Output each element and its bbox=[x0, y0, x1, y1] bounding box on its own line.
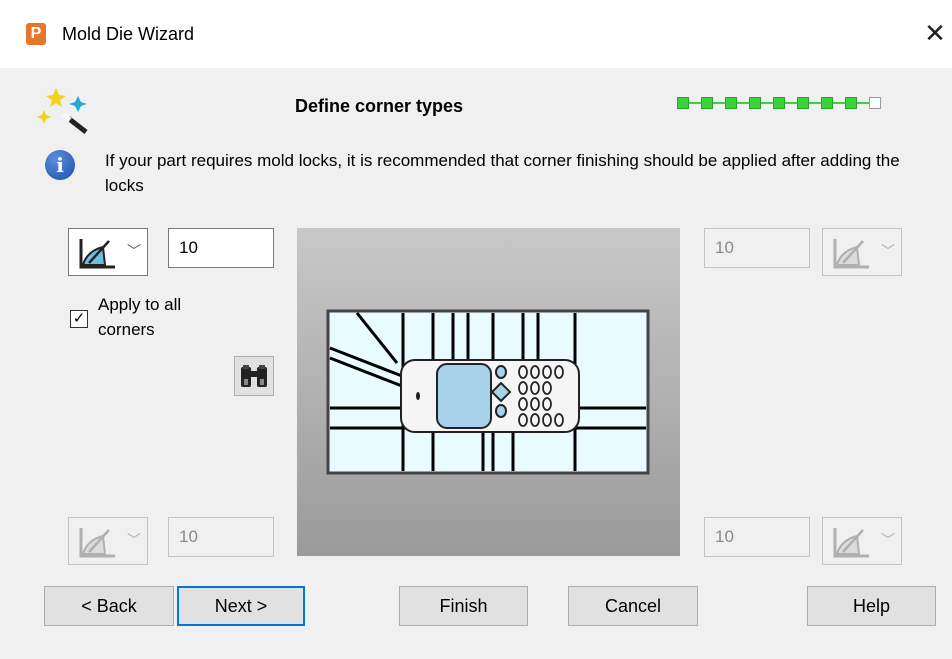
help-button[interactable]: Help bbox=[807, 586, 936, 626]
app-icon: P bbox=[26, 23, 46, 45]
progress-step bbox=[869, 97, 881, 109]
apply-all-label: Apply to all corners bbox=[98, 295, 182, 339]
chevron-down-icon: ﹀ bbox=[881, 243, 895, 259]
chevron-down-icon: ﹀ bbox=[881, 532, 895, 548]
progress-step bbox=[701, 97, 713, 109]
progress-step bbox=[677, 97, 689, 109]
window-title: Mold Die Wizard bbox=[62, 24, 195, 44]
corner-type-dropdown-bottom-left[interactable]: ﹀ bbox=[68, 517, 148, 565]
progress-connector bbox=[785, 102, 797, 104]
wizard-icon bbox=[34, 84, 94, 136]
progress-connector bbox=[761, 102, 773, 104]
close-icon[interactable]: ✕ bbox=[920, 18, 950, 48]
finish-button[interactable]: Finish bbox=[399, 586, 528, 626]
next-button[interactable]: Next > bbox=[177, 586, 305, 626]
progress-connector bbox=[857, 102, 869, 104]
binoculars-icon bbox=[241, 365, 267, 387]
page-title: Define corner types bbox=[295, 96, 464, 116]
progress-connector bbox=[809, 102, 821, 104]
info-text: If your part requires mold locks, it is … bbox=[105, 151, 900, 195]
corner-value-bottom-left[interactable] bbox=[168, 517, 274, 557]
corner-type-dropdown-top-right[interactable]: ﹀ bbox=[822, 228, 902, 276]
progress-connector bbox=[833, 102, 845, 104]
corner-value-top-right[interactable] bbox=[704, 228, 810, 268]
part-preview bbox=[297, 228, 680, 556]
progress-connector bbox=[713, 102, 725, 104]
progress-connector bbox=[689, 102, 701, 104]
mold-preview-image bbox=[326, 309, 650, 475]
progress-step bbox=[773, 97, 785, 109]
chevron-down-icon: ﹀ bbox=[127, 243, 141, 259]
progress-step bbox=[797, 97, 809, 109]
chevron-down-icon: ﹀ bbox=[127, 532, 141, 548]
cancel-button[interactable]: Cancel bbox=[568, 586, 698, 626]
progress-connector bbox=[737, 102, 749, 104]
progress-step bbox=[845, 97, 857, 109]
corner-type-dropdown-top-left[interactable]: ﹀ bbox=[68, 228, 148, 276]
binoculars-button[interactable] bbox=[234, 356, 274, 396]
info-icon: i bbox=[45, 150, 75, 180]
progress-step bbox=[725, 97, 737, 109]
progress-step bbox=[821, 97, 833, 109]
corner-value-bottom-right[interactable] bbox=[704, 517, 810, 557]
back-button[interactable]: < Back bbox=[44, 586, 174, 626]
corner-type-dropdown-bottom-right[interactable]: ﹀ bbox=[822, 517, 902, 565]
apply-all-checkbox[interactable]: ✓ bbox=[70, 310, 88, 328]
wizard-progress bbox=[677, 97, 881, 109]
progress-step bbox=[749, 97, 761, 109]
corner-value-top-left[interactable] bbox=[168, 228, 274, 268]
